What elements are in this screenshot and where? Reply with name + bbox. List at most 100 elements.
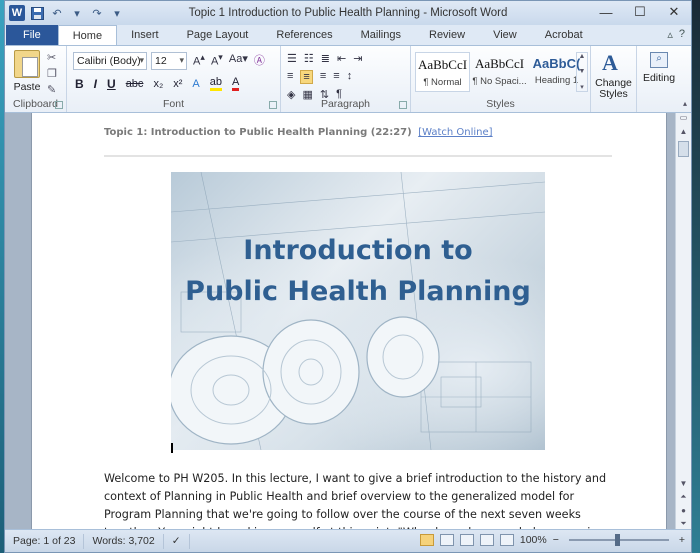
- minimize-button[interactable]: —: [589, 1, 623, 23]
- ruler-toggle-icon[interactable]: ▭: [676, 113, 691, 127]
- italic-icon[interactable]: I: [94, 77, 97, 91]
- watch-online-link[interactable]: [Watch Online]: [418, 127, 492, 138]
- bold-icon[interactable]: B: [75, 77, 84, 91]
- close-button[interactable]: ✕: [657, 1, 691, 23]
- styles-scroll[interactable]: ▲ ▼ ▾: [576, 52, 588, 92]
- redo-icon[interactable]: ↷: [89, 5, 105, 21]
- scroll-bottom-controls: ▼ ⏶ ● ⏷: [676, 479, 691, 529]
- tab-review[interactable]: Review: [415, 25, 479, 45]
- tab-references[interactable]: References: [262, 25, 346, 45]
- title-bar: W ↶ ▾ ↷ ▾ Topic 1 Introduction to Public…: [5, 1, 691, 25]
- align-center-icon[interactable]: ≡: [300, 70, 313, 84]
- page-count[interactable]: Page: 1 of 23: [5, 533, 85, 549]
- status-bar-right: 100% − +: [419, 534, 685, 546]
- underline-icon[interactable]: U: [107, 77, 116, 91]
- minimize-ribbon-icon[interactable]: ▵: [667, 28, 673, 41]
- highlight-icon[interactable]: ab: [209, 76, 222, 91]
- format-painter-icon[interactable]: ✎: [47, 83, 57, 96]
- zoom-level[interactable]: 100%: [520, 534, 547, 546]
- styles-group-label: Styles: [486, 98, 515, 110]
- more-styles-icon[interactable]: ▾: [580, 83, 584, 91]
- style-normal[interactable]: AaBbCcI ¶ Normal: [415, 52, 470, 92]
- chevron-down-icon[interactable]: ▼: [579, 68, 586, 75]
- quick-access-toolbar: W ↶ ▾ ↷ ▾: [5, 5, 125, 21]
- tab-file[interactable]: File: [6, 25, 58, 45]
- scroll-thumb[interactable]: [678, 141, 689, 157]
- grow-font-icon[interactable]: A▴: [193, 52, 205, 68]
- body-paragraph[interactable]: Welcome to PH W205. In this lecture, I w…: [104, 470, 610, 531]
- superscript-icon[interactable]: x²: [173, 78, 182, 90]
- proofing-icon[interactable]: ✓: [164, 533, 190, 549]
- style-name: ¶ Normal: [423, 77, 462, 88]
- decrease-indent-icon[interactable]: ⇤: [337, 52, 346, 65]
- print-layout-view-icon[interactable]: [419, 534, 434, 546]
- text-effects-icon[interactable]: A: [192, 78, 199, 90]
- style-no-spacing[interactable]: AaBbCcI ¶ No Spaci...: [472, 52, 527, 92]
- scroll-up-icon[interactable]: ▲: [676, 127, 691, 141]
- vertical-scrollbar[interactable]: ▭ ▲ ▼ ⏶ ● ⏷: [675, 113, 691, 531]
- outline-view-icon[interactable]: [479, 534, 494, 546]
- subscript-icon[interactable]: x₂: [153, 78, 163, 90]
- clipboard-small-buttons: ✂ ❐ ✎: [47, 51, 57, 96]
- font-size-select[interactable]: 12: [151, 52, 187, 70]
- customize-qat-icon[interactable]: ▾: [109, 5, 125, 21]
- document-area: Topic 1: Introduction to Public Health P…: [5, 113, 691, 531]
- web-layout-icon[interactable]: [459, 534, 474, 546]
- save-icon[interactable]: [29, 5, 45, 21]
- title-banner-image: Introduction to Public Health Planning: [171, 172, 545, 450]
- ribbon: Paste ✂ ❐ ✎ Clipboard Calibri (Body) 12 …: [5, 45, 691, 113]
- strikethrough-icon[interactable]: abc: [126, 78, 144, 90]
- chevron-up-icon[interactable]: ▲: [579, 53, 586, 60]
- tab-page-layout[interactable]: Page Layout: [173, 25, 263, 45]
- status-bar: Page: 1 of 23 Words: 3,702 ✓ 100% − +: [5, 529, 691, 552]
- help-icon[interactable]: ?: [679, 28, 685, 41]
- multilevel-list-icon[interactable]: ≣: [321, 52, 330, 65]
- document-page[interactable]: Topic 1: Introduction to Public Health P…: [31, 113, 667, 531]
- shrink-font-icon[interactable]: A▾: [211, 52, 223, 68]
- maximize-button[interactable]: ☐: [623, 1, 657, 23]
- zoom-in-icon[interactable]: +: [679, 534, 685, 546]
- align-right-icon[interactable]: ≡: [320, 70, 326, 84]
- paragraph-row1: ☰ ☷ ≣ ⇤ ⇥: [287, 52, 362, 65]
- paragraph-launcher-icon[interactable]: [399, 101, 407, 109]
- copy-icon[interactable]: ❐: [47, 67, 57, 80]
- tab-home[interactable]: Home: [57, 25, 118, 45]
- paste-button[interactable]: Paste: [11, 50, 43, 93]
- tab-acrobat[interactable]: Acrobat: [531, 25, 597, 45]
- change-styles-group[interactable]: A Change Styles: [591, 46, 637, 112]
- cut-icon[interactable]: ✂: [47, 51, 57, 64]
- previous-page-icon[interactable]: ⏶: [680, 492, 686, 502]
- clear-formatting-icon[interactable]: Ⓐ: [254, 52, 265, 68]
- full-screen-reading-icon[interactable]: [439, 534, 454, 546]
- undo-dropdown-icon[interactable]: ▾: [69, 5, 85, 21]
- zoom-slider[interactable]: [568, 534, 669, 546]
- ribbon-tab-right-controls: ▵ ?: [667, 28, 685, 41]
- editing-group[interactable]: ⌕ Editing: [637, 46, 681, 112]
- numbering-icon[interactable]: ☷: [304, 52, 314, 65]
- ribbon-collapse-icon[interactable]: ▴: [683, 99, 687, 108]
- zoom-out-icon[interactable]: −: [553, 534, 559, 546]
- tab-view[interactable]: View: [479, 25, 531, 45]
- font-name-select[interactable]: Calibri (Body): [73, 52, 147, 70]
- font-color-icon[interactable]: A: [231, 76, 240, 91]
- font-launcher-icon[interactable]: [269, 101, 277, 109]
- line-spacing-icon[interactable]: ↕: [347, 70, 353, 84]
- bullets-icon[interactable]: ☰: [287, 52, 297, 65]
- undo-icon[interactable]: ↶: [49, 5, 65, 21]
- clipboard-launcher-icon[interactable]: [55, 101, 63, 109]
- clipboard-group: Paste ✂ ❐ ✎ Clipboard: [5, 46, 67, 112]
- word-logo-icon[interactable]: W: [9, 5, 25, 21]
- increase-indent-icon[interactable]: ⇥: [353, 52, 362, 65]
- draft-view-icon[interactable]: [499, 534, 514, 546]
- justify-icon[interactable]: ≡: [333, 70, 339, 84]
- align-left-icon[interactable]: ≡: [287, 70, 293, 84]
- next-page-icon[interactable]: ⏷: [680, 519, 686, 529]
- style-sample: AaBbCcI: [417, 57, 468, 72]
- style-sample: AaBbCcI: [474, 56, 525, 71]
- tab-mailings[interactable]: Mailings: [347, 25, 415, 45]
- word-count[interactable]: Words: 3,702: [84, 533, 164, 549]
- change-case-icon[interactable]: Aa▾: [229, 52, 248, 68]
- scroll-down-icon[interactable]: ▼: [680, 479, 688, 488]
- select-browse-object-icon[interactable]: ●: [681, 506, 686, 515]
- tab-insert[interactable]: Insert: [117, 25, 173, 45]
